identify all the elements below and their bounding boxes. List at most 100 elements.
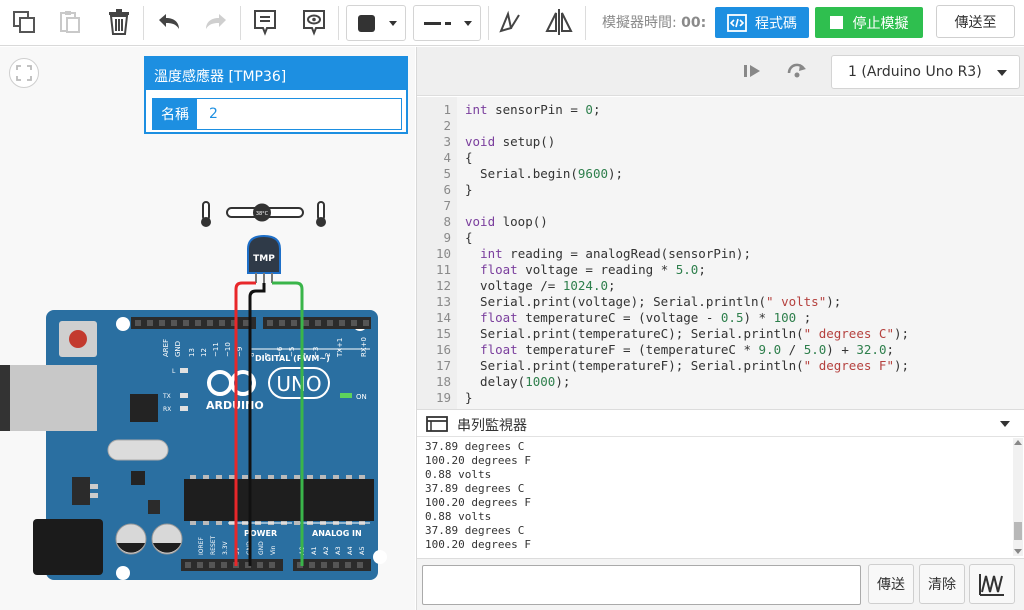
gnd-label: GND [174,341,182,357]
fill-color-dropdown[interactable] [346,5,406,41]
stop-simulation-label: 停止模擬 [852,15,909,32]
serial-monitor-header[interactable]: 串列監視器 [417,409,1024,437]
code-token: temperatureC = (voltage - [517,310,721,325]
pin-label: 3.3V [222,540,229,555]
code-line: Serial.print(voltage); Serial.println(" … [465,294,841,309]
send-button[interactable]: 傳送 [868,564,914,604]
led-tx-label: TX [162,393,171,400]
temperature-slider[interactable]: 38°C [201,201,326,227]
name-input[interactable] [197,99,401,129]
code-line: { [465,150,473,165]
code-token: int [465,102,488,117]
serial-send-row: 傳送 清除 [417,558,1024,610]
code-token: } [465,390,473,405]
code-token: reading = analogRead(sensorPin); [502,246,751,261]
line-number: 2 [443,118,451,133]
power-jack [33,519,103,575]
graph-button[interactable] [969,564,1015,604]
pin-label: A4 [346,546,354,555]
pin-label: RX+0 [360,337,368,357]
board-select[interactable]: 1 (Arduino Uno R3) [831,55,1020,89]
usb-chip [130,394,158,422]
line-number-gutter: 1 2 3 4 5 6 7 8 9 10 11 12 13 14 15 16 17 18 19 [417,97,457,409]
code-token: Serial.begin( [465,166,578,181]
redo-icon[interactable] [200,6,232,38]
line-number: 11 [435,262,451,277]
code-token: ; [796,310,812,325]
line-number: 7 [443,198,451,213]
code-line: int reading = analogRead(sensorPin); [465,246,751,261]
serial-scrollbar[interactable] [1013,438,1023,556]
code-token: loop() [495,214,548,229]
export-button[interactable]: 傳送至 [936,5,1015,38]
line-style-icon [424,22,451,25]
line-number: 16 [435,342,451,357]
code-token: ); [555,374,571,389]
code-line: Serial.print(temperatureC); Serial.print… [465,326,909,341]
code-editor[interactable]: 1 2 3 4 5 6 7 8 9 10 11 12 13 14 15 16 17 18 19 int sensor… [417,97,1024,409]
code-token: Serial.print(temperatureC); Serial.print… [465,326,804,341]
code-token: ); [893,358,910,373]
code-token: 9.0 [758,342,782,357]
thermometer-hot-icon [316,201,326,227]
line-number: 10 [435,246,451,261]
line-number: 15 [435,326,451,341]
pin-label: RESET [210,535,217,555]
serial-line: 37.89 degrees C [425,482,525,495]
clear-button[interactable]: 清除 [919,564,965,604]
code-line: void loop() [465,214,548,229]
flip-icon[interactable] [543,6,575,38]
fit-view-button[interactable] [9,58,39,88]
line-number: 14 [435,310,451,325]
code-token: Serial.print(temperatureF); Serial.print… [465,358,804,373]
fill-color-swatch [358,15,375,32]
code-token: 5.0 [675,262,699,277]
code-token: float [480,310,518,325]
pin-label: Vin [270,545,277,555]
code-token: int [480,246,503,261]
code-line: float temperatureF = (temperatureC * 9.0… [465,342,894,357]
step-icon[interactable] [741,60,763,86]
collapse-icon[interactable] [1000,421,1010,427]
code-token: ); [608,166,624,181]
pin-label: 13 [188,348,196,357]
line-number: 3 [443,134,451,149]
component-inspector: 溫度感應器 [TMP36] 名稱 [144,56,408,134]
tmp36-sensor[interactable]: TMP [247,234,281,283]
code-token: 0 [585,102,593,117]
paste-icon[interactable] [54,6,86,38]
undo-icon[interactable] [153,6,185,38]
pin-label: TX+1 [336,338,344,358]
code-token: 32.0 [856,342,887,357]
line-number: 8 [443,214,451,229]
code-token: ) + [826,342,857,357]
visibility-icon[interactable] [298,6,330,38]
code-token: " volts" [766,294,827,309]
mirror-icon[interactable] [494,6,526,38]
code-token: ); [893,326,910,341]
code-line: } [465,390,473,405]
trash-icon[interactable] [103,6,135,38]
serial-line: 0.88 volts [425,468,492,481]
line-style-dropdown[interactable] [413,5,481,41]
serial-input[interactable] [422,565,861,605]
pin-label: 12 [200,348,208,357]
circuit-canvas[interactable]: 38°C TMP AREF GND 13 12 ~11 ~10 ~9 8 7 ~… [0,47,415,610]
code-token: 9600 [577,166,608,181]
serial-line: 0.88 volts [425,510,492,523]
restart-icon[interactable] [785,59,809,85]
line-number: 1 [443,102,451,117]
arduino-uno-board[interactable]: AREF GND 13 12 ~11 ~10 ~9 8 7 ~6 ~5 4 ~3 2 TX+1 RX+0 … [0,310,387,580]
led-rx-label: RX [163,406,171,413]
code-line: float voltage = reading * 5.0; [465,262,706,277]
stop-simulation-button[interactable]: 停止模擬 [815,7,923,38]
pin-label: IOREF [198,537,205,555]
line-number: 19 [435,390,451,405]
graph-icon [979,574,1004,596]
code-line: float temperatureC = (voltage - 0.5) * 1… [465,310,811,325]
serial-monitor-title: 串列監視器 [457,418,527,434]
code-button[interactable]: 程式碼 [715,7,809,38]
notes-icon[interactable] [249,6,281,38]
copy-icon[interactable] [8,6,40,38]
